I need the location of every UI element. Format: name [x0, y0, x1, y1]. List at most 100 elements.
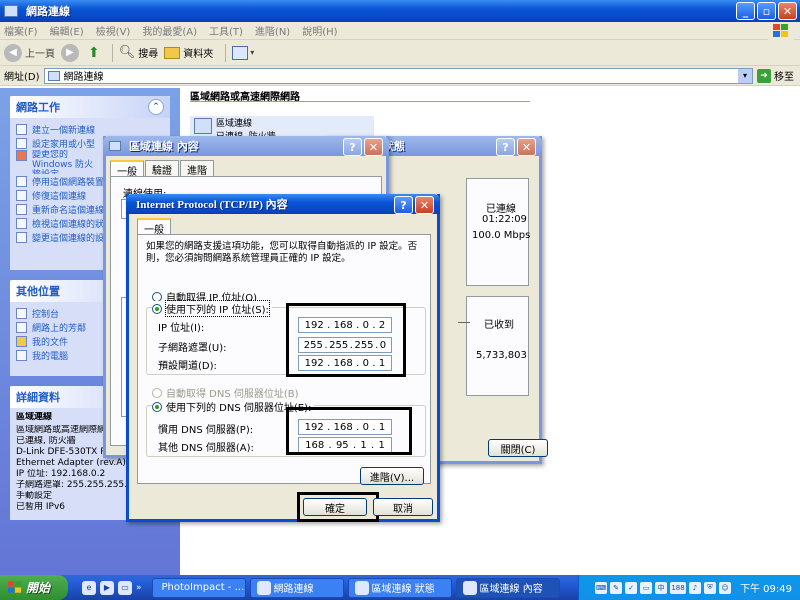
menu-file[interactable]: 檔案(F)	[4, 23, 38, 38]
manual-ip-radio[interactable]: 使用下列的 IP 位址(S):	[152, 300, 272, 317]
received-bytes: 5,733,803	[476, 350, 527, 361]
address-input[interactable]: 網路連線 ▾	[43, 67, 753, 84]
clock[interactable]: 下午 09:49	[740, 580, 792, 595]
task-label: PhotoImpact - ...	[161, 582, 245, 593]
up-folder-icon: ⬆	[88, 44, 100, 61]
network-tasks-title: 網路工作	[16, 101, 60, 114]
chevron-right-icon[interactable]: »	[136, 583, 142, 593]
properties-dialog-title-bar[interactable]: 區域連線 內容 ? ✕	[103, 136, 389, 156]
place-label: 我的文件	[32, 337, 69, 348]
security-shield-icon[interactable]: ⛨	[704, 581, 716, 594]
start-label: 開始	[26, 581, 51, 595]
help-button[interactable]: ?	[496, 138, 515, 156]
dns-highlight-box	[286, 407, 412, 455]
tcpip-dialog: Internet Protocol (TCP/IP) 內容 ? ✕ 一般 如果您…	[126, 194, 440, 522]
close-button[interactable]: ✕	[778, 2, 797, 20]
media-player-icon[interactable]: ▶	[100, 580, 114, 595]
firewall-icon	[16, 150, 27, 161]
up-folder-button[interactable]: ⬆	[88, 45, 100, 61]
auto-dns-radio[interactable]: 自動取得 DNS 伺服器位址(B)	[152, 385, 299, 400]
network-connection-icon	[462, 580, 477, 595]
views-icon	[232, 45, 249, 60]
chevron-down-icon[interactable]: ▾	[738, 68, 752, 83]
ip-highlight-box	[286, 303, 406, 377]
close-button[interactable]: ✕	[517, 138, 536, 156]
network-tasks-header[interactable]: 網路工作 ⌃	[10, 96, 170, 118]
search-label: 搜尋	[138, 49, 159, 60]
radio-off-icon	[152, 387, 162, 398]
disable-device-icon	[16, 175, 27, 187]
ime-icon[interactable]: 中	[655, 581, 667, 594]
chevron-down-icon: ▾	[250, 48, 255, 57]
maximize-button[interactable]: ▫	[757, 2, 776, 20]
gateway-label: 預設閘道(D):	[158, 361, 217, 372]
task-network-connections[interactable]: 網路連線	[249, 577, 344, 598]
toolbar-separator	[225, 43, 227, 62]
help-button[interactable]: ?	[394, 196, 413, 214]
menu-view[interactable]: 檢視(V)	[96, 23, 131, 38]
toolbar-separator	[111, 43, 113, 62]
desktop-icon[interactable]: ▭	[118, 580, 132, 595]
menu-edit[interactable]: 編輯(E)	[50, 23, 84, 38]
messenger-icon[interactable]: ☺	[719, 581, 731, 594]
status-icon	[16, 217, 27, 229]
forward-button[interactable]: ▶	[61, 43, 82, 62]
radio-on-icon	[152, 401, 162, 412]
task-connection-properties[interactable]: 區域連線 內容	[455, 577, 560, 598]
quick-launch: e ▶ ▭ »	[82, 580, 142, 595]
menu-tools[interactable]: 工具(T)	[209, 23, 243, 38]
menu-bar: 檔案(F) 編輯(E) 檢視(V) 我的最愛(A) 工具(T) 進階(N) 說明…	[0, 22, 800, 40]
toolbar: ◀ 上一頁 ▶ ⬆ 🔍︎ 搜尋 資料夾 ▾	[0, 40, 800, 66]
go-button[interactable]: ➜ 移至	[757, 68, 794, 83]
details-title: 詳細資料	[16, 391, 60, 404]
antivirus-icon[interactable]: ✓	[625, 581, 637, 594]
help-button[interactable]: ?	[343, 138, 362, 156]
back-button[interactable]: ◀ 上一頁	[4, 43, 55, 62]
menu-favorites[interactable]: 我的最愛(A)	[142, 23, 197, 38]
advanced-button[interactable]: 進階(V)...	[360, 467, 424, 485]
go-arrow-icon: ➜	[757, 68, 771, 83]
radio-off-icon	[152, 291, 162, 302]
close-button[interactable]: ✕	[415, 196, 434, 214]
tcpip-dialog-title-bar[interactable]: Internet Protocol (TCP/IP) 內容 ? ✕	[126, 194, 440, 214]
taskbar: 開始 e ▶ ▭ » PhotoImpact - ... 網路連線 區域連線 狀…	[0, 575, 800, 600]
tcpip-dialog-title: Internet Protocol (TCP/IP) 內容	[136, 199, 288, 211]
received-label: 已收到	[484, 320, 514, 331]
minimize-button[interactable]: _	[736, 2, 755, 20]
my-documents-icon	[16, 335, 27, 347]
views-button[interactable]: ▾	[232, 45, 255, 60]
task-photoimpact[interactable]: PhotoImpact - ...	[151, 577, 246, 598]
menu-advanced[interactable]: 進階(N)	[255, 23, 290, 38]
forward-arrow-icon: ▶	[61, 43, 79, 62]
task-label: 網路連線	[273, 584, 314, 595]
status-close-button[interactable]: 關閉(C)	[488, 439, 548, 457]
task-label: 重新命名這個連線	[32, 205, 105, 216]
network-connections-icon	[4, 5, 18, 17]
task-label: 區域連線 狀態	[371, 584, 435, 595]
volume-icon[interactable]: ♪	[689, 581, 701, 594]
close-button[interactable]: ✕	[364, 138, 383, 156]
task-create-connection[interactable]: 建立一個新連線	[16, 122, 164, 136]
search-button[interactable]: 🔍︎ 搜尋	[119, 45, 159, 60]
address-value: 網路連線	[63, 72, 104, 83]
pen-icon[interactable]: ✎	[610, 581, 622, 594]
tcpip-panel: 如果您的網路支援這項功能，您可以取得自動指派的 IP 設定。否則，您必須詢問網路…	[137, 234, 431, 485]
task-connection-status[interactable]: 區域連線 狀態	[347, 577, 452, 598]
menu-help[interactable]: 說明(H)	[302, 23, 337, 38]
collapse-icon[interactable]: ⌃	[148, 99, 164, 115]
network-tray-icon[interactable]: ▭	[640, 581, 652, 594]
windows-flag-icon	[768, 22, 794, 40]
place-label: 網路上的芳鄰	[32, 323, 87, 334]
folders-button[interactable]: 資料夾	[164, 45, 213, 60]
place-label: 我的電腦	[32, 351, 69, 362]
explorer-title-bar[interactable]: 網路連線 _ ▫ ✕	[0, 0, 800, 22]
explorer-title: 網路連線	[26, 5, 70, 18]
task-label: 停用這個網路裝置	[32, 177, 105, 188]
keyboard-icon[interactable]: ⌨	[595, 581, 607, 594]
cancel-button[interactable]: 取消	[373, 498, 433, 516]
new-connection-icon	[16, 123, 27, 135]
ie-icon[interactable]: e	[82, 580, 96, 595]
ok-highlight-box	[297, 492, 379, 522]
counter-badge[interactable]: 188	[670, 581, 686, 594]
start-button[interactable]: 開始	[0, 575, 68, 600]
